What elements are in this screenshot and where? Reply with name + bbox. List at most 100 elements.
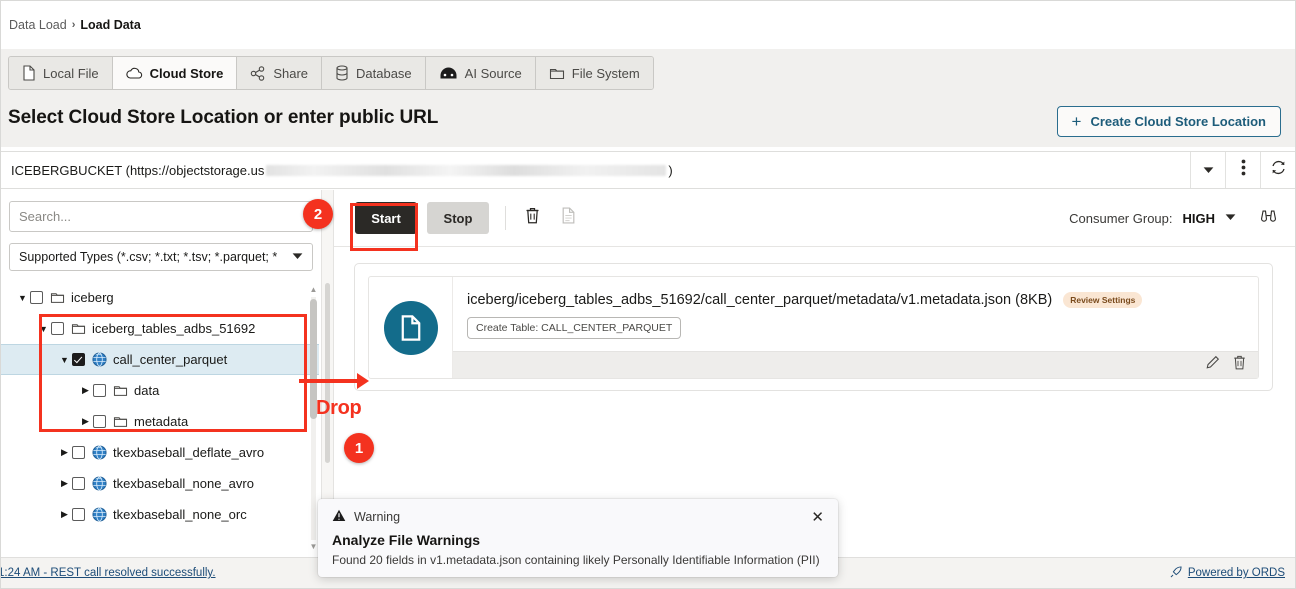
tree-item-iceberg[interactable]: ▼ iceberg <box>1 282 319 313</box>
tree-item-iceberg-tables-adbs-51692[interactable]: ▼ iceberg_tables_adbs_51692 <box>1 313 319 344</box>
powered-by[interactable]: Powered by ORDS <box>1169 565 1295 582</box>
scroll-thumb[interactable] <box>310 299 317 419</box>
tree-item-tkexbaseball-none-avro[interactable]: ▶ tkexbaseball_none_avro <box>1 468 319 499</box>
tree-item-checkbox[interactable] <box>72 477 85 490</box>
tree-scrollbar[interactable]: ▲ ▼ <box>309 285 318 552</box>
tab-database[interactable]: Database <box>322 57 426 89</box>
tab-file-system[interactable]: File System <box>535 57 653 89</box>
tab-ai-source[interactable]: AI Source <box>425 57 536 89</box>
url-refresh-button[interactable] <box>1260 152 1295 188</box>
warning-toast-message: Found 20 fields in v1.metadata.json cont… <box>332 553 820 567</box>
chevron-right-icon[interactable]: ▶ <box>78 416 93 427</box>
create-cloud-store-location-button[interactable]: + Create Cloud Store Location <box>1056 106 1281 137</box>
tree-item-label: data <box>134 383 160 398</box>
file-drop-zone[interactable]: iceberg/iceberg_tables_adbs_51692/call_c… <box>354 263 1273 391</box>
folder-icon <box>71 322 86 335</box>
cloud-icon <box>125 67 143 80</box>
tree-item-checkbox[interactable] <box>93 384 106 397</box>
tab-cloud-store[interactable]: Cloud Store <box>112 57 238 89</box>
tree-item-label: tkexbaseball_deflate_avro <box>113 445 265 460</box>
chevron-down-icon[interactable]: ▼ <box>36 324 51 334</box>
tree-item-checkbox[interactable] <box>72 353 85 366</box>
chevron-down-icon[interactable] <box>1225 213 1236 223</box>
warning-toast-header: Warning ✕ <box>332 509 824 525</box>
cloud-store-url-value: ICEBERGBUCKET (https://objectstorage.us) <box>1 163 673 178</box>
tab-file-system-label: File System <box>571 65 640 81</box>
preview-file-button[interactable] <box>552 202 584 234</box>
breadcrumb-current: Load Data <box>80 18 141 32</box>
warning-triangle-icon <box>332 509 346 525</box>
file-card-main: iceberg/iceberg_tables_adbs_51692/call_c… <box>453 277 1258 351</box>
cloud-store-url-prefix: ICEBERGBUCKET (https://objectstorage.us <box>11 162 265 178</box>
globe-icon <box>92 352 107 367</box>
cloud-store-url-suffix: ) <box>668 162 673 178</box>
tab-share-label: Share <box>273 65 309 81</box>
breadcrumb-root[interactable]: Data Load <box>9 18 67 32</box>
tab-ai-source-label: AI Source <box>464 65 522 81</box>
status-message[interactable]: 1:24 AM - REST call resolved successfull… <box>1 567 216 579</box>
globe-icon <box>92 507 107 522</box>
source-tab-band: Local File Cloud Store Share Database AI… <box>1 49 1295 138</box>
chevron-down-icon[interactable]: ▼ <box>57 355 72 365</box>
toolbar-divider <box>505 206 506 230</box>
tree-item-checkbox[interactable] <box>72 446 85 459</box>
tab-local-file[interactable]: Local File <box>9 57 113 89</box>
tab-share[interactable]: Share <box>237 57 323 89</box>
cloud-store-browser-panel: Search... Supported Types (*.csv; *.txt;… <box>1 190 321 556</box>
close-icon[interactable]: ✕ <box>811 510 824 525</box>
chevron-right-icon[interactable]: ▶ <box>78 385 93 396</box>
tree-item-tkexbaseball-none-orc[interactable]: ▶ tkexbaseball_none_orc <box>1 499 319 530</box>
warning-toast: Warning ✕ Analyze File Warnings Found 20… <box>318 499 838 577</box>
load-data-page: Data Load › Load Data Local File Cloud S… <box>0 0 1296 589</box>
warning-toast-kind: Warning <box>354 510 401 524</box>
url-dropdown-button[interactable] <box>1190 152 1225 188</box>
scroll-up-arrow-icon[interactable]: ▲ <box>309 285 318 295</box>
tree-item-checkbox[interactable] <box>93 415 106 428</box>
tree-item-call-center-parquet[interactable]: ▼ call_center_parquet <box>1 344 319 375</box>
tree-item-label: metadata <box>134 414 189 429</box>
chevron-right-icon[interactable]: ▶ <box>57 478 72 489</box>
chevron-right-icon[interactable]: ▶ <box>57 447 72 458</box>
consumer-group-control[interactable]: Consumer Group: HIGH <box>1069 209 1295 227</box>
tree-item-checkbox[interactable] <box>30 291 43 304</box>
refresh-icon <box>1270 159 1287 181</box>
tree-item-data[interactable]: ▶ data <box>1 375 319 406</box>
folder-icon <box>549 66 565 80</box>
binoculars-icon[interactable] <box>1258 209 1279 227</box>
tree-item-tkexbaseball-deflate-avro[interactable]: ▶ tkexbaseball_deflate_avro <box>1 437 319 468</box>
cloud-store-url-bar[interactable]: ICEBERGBUCKET (https://objectstorage.us) <box>1 151 1295 189</box>
globe-icon <box>92 476 107 491</box>
file-card-title: iceberg/iceberg_tables_adbs_51692/call_c… <box>467 292 1053 308</box>
warning-toast-title: Analyze File Warnings <box>332 532 481 548</box>
pencil-icon[interactable] <box>1205 355 1220 375</box>
chevron-right-icon[interactable]: ▶ <box>57 509 72 520</box>
tab-cloud-store-label: Cloud Store <box>149 65 224 81</box>
start-button[interactable]: Start <box>355 202 417 234</box>
share-nodes-icon <box>250 65 266 81</box>
create-cloud-store-location-label: Create Cloud Store Location <box>1090 114 1266 129</box>
scroll-down-arrow-icon[interactable]: ▼ <box>309 542 318 552</box>
delete-all-button[interactable] <box>516 202 548 234</box>
consumer-group-label: Consumer Group: <box>1069 210 1173 226</box>
tree-item-checkbox[interactable] <box>51 322 64 335</box>
create-table-chip[interactable]: Create Table: CALL_CENTER_PARQUET <box>467 317 682 339</box>
file-card[interactable]: iceberg/iceberg_tables_adbs_51692/call_c… <box>368 276 1259 379</box>
url-bar-actions <box>1190 152 1295 188</box>
review-settings-badge[interactable]: Review Settings <box>1063 292 1143 308</box>
document-icon <box>383 300 438 355</box>
stop-button[interactable]: Stop <box>427 202 489 234</box>
url-more-menu-button[interactable] <box>1225 152 1260 188</box>
breadcrumb-separator-icon: › <box>71 19 76 31</box>
tree-item-metadata[interactable]: ▶ metadata <box>1 406 319 437</box>
redacted-url-segment <box>266 164 667 176</box>
trash-icon[interactable] <box>1232 354 1247 376</box>
splitter-grip[interactable] <box>325 283 330 463</box>
cloud-store-tree[interactable]: ▼ iceberg ▼ iceberg_tables_adbs_51692 ▼ call_… <box>1 282 319 556</box>
powered-by-label[interactable]: Powered by ORDS <box>1188 567 1285 579</box>
tree-item-label: iceberg <box>71 290 114 305</box>
chevron-down-icon[interactable]: ▼ <box>15 293 30 303</box>
search-input[interactable]: Search... <box>9 201 313 232</box>
tree-item-label: iceberg_tables_adbs_51692 <box>92 321 256 336</box>
supported-types-select[interactable]: Supported Types (*.csv; *.txt; *.tsv; *.… <box>9 243 313 271</box>
tree-item-checkbox[interactable] <box>72 508 85 521</box>
